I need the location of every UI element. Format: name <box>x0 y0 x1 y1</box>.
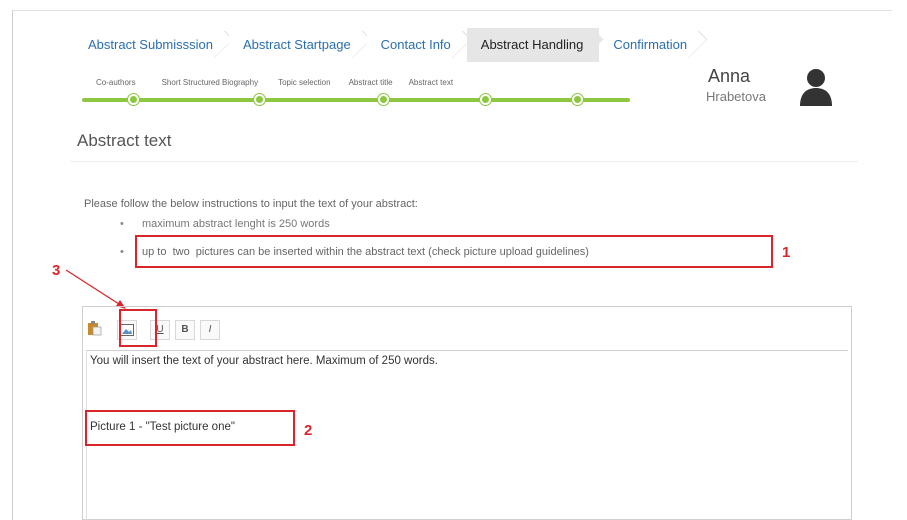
step-label-coauthors[interactable]: Co-authors <box>96 78 136 87</box>
tab-bar: Abstract Submisssion Abstract Startpage … <box>74 28 704 62</box>
step-dot-title[interactable] <box>480 94 491 105</box>
tab-contact-info[interactable]: Contact Info <box>366 28 467 62</box>
user-last-name: Hrabetova <box>706 89 766 104</box>
step-label-topic[interactable]: Topic selection <box>278 78 330 87</box>
tab-abstract-startpage[interactable]: Abstract Startpage <box>229 28 367 62</box>
user-first-name: Anna <box>708 66 751 86</box>
clipboard-icon <box>88 321 102 336</box>
annotation-box-2 <box>85 410 295 446</box>
annotation-number-1: 1 <box>782 244 791 261</box>
tab-abstract-submission[interactable]: Abstract Submisssion <box>74 28 229 62</box>
step-dot-coauthors[interactable] <box>128 94 139 105</box>
step-dot-biography[interactable] <box>254 94 265 105</box>
instructions-intro: Please follow the below instructions to … <box>84 198 418 210</box>
step-dot-text[interactable] <box>572 94 583 105</box>
annotation-number-2: 2 <box>304 422 313 439</box>
step-dot-topic[interactable] <box>378 94 389 105</box>
tab-confirmation[interactable]: Confirmation <box>599 28 704 62</box>
paste-button[interactable] <box>84 320 104 340</box>
italic-button[interactable]: I <box>200 320 220 340</box>
title-divider <box>70 161 858 162</box>
tab-abstract-handling[interactable]: Abstract Handling <box>466 28 600 62</box>
user-avatar-icon[interactable] <box>798 66 834 106</box>
step-labels: Co-authors Short Structured Biography To… <box>96 78 471 87</box>
step-label-biography[interactable]: Short Structured Biography <box>162 78 259 87</box>
instruction-bullet-1: • maximum abstract lenght is 250 words <box>120 218 330 230</box>
annotation-box-1 <box>135 235 773 268</box>
step-label-title[interactable]: Abstract title <box>349 78 393 87</box>
progress-line <box>82 98 630 102</box>
page-title: Abstract text <box>77 131 172 150</box>
annotation-number-3: 3 <box>52 262 61 279</box>
bullet-icon: • <box>120 218 124 230</box>
step-label-text[interactable]: Abstract text <box>409 78 453 87</box>
bold-button[interactable]: B <box>175 320 195 340</box>
editor-content-text[interactable]: You will insert the text of your abstrac… <box>90 355 438 367</box>
annotation-box-3 <box>119 309 157 347</box>
